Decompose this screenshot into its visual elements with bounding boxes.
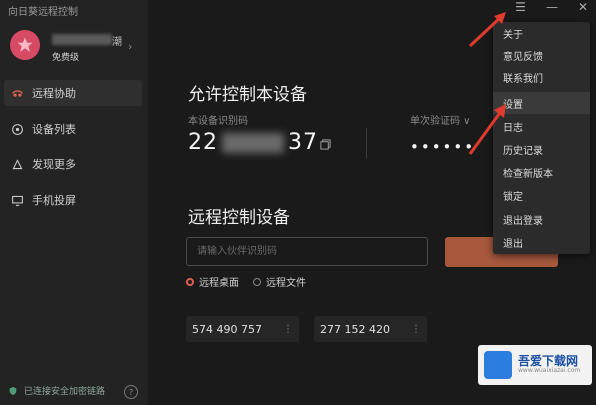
radio-unchecked-icon (253, 277, 261, 286)
radio-remote-desktop[interactable]: 远程桌面 (186, 274, 239, 289)
history-device-code: 277 152 420 (320, 322, 390, 336)
status-text: 已连接安全加密链路 (24, 387, 106, 397)
allow-control-title: 允许控制本设备 (188, 85, 307, 105)
device-code: 22 37 (188, 130, 318, 155)
device-code-redacted (222, 132, 284, 153)
chevron-right-icon[interactable]: › (128, 40, 132, 53)
radio-label: 远程文件 (266, 278, 306, 289)
device-code-prefix: 22 (188, 130, 218, 155)
menu-item-contact[interactable]: 联系我们 (493, 66, 590, 88)
menu-icon[interactable]: ☰ (515, 0, 526, 14)
sidebar-item-remote-assist[interactable]: 远程协助 (4, 80, 142, 106)
minimize-icon[interactable]: — (546, 0, 558, 14)
menu-item-exit[interactable]: 退出 (493, 231, 590, 253)
copy-icon[interactable] (320, 139, 331, 150)
mode-radio-group: 远程桌面 远程文件 (186, 274, 306, 289)
menu-item-check-update[interactable]: 检查新版本 (493, 161, 590, 183)
close-icon[interactable]: ✕ (578, 0, 588, 14)
menu-item-logout[interactable]: 退出登录 (493, 208, 590, 230)
menu-item-lock[interactable]: 锁定 (493, 184, 590, 206)
avatar[interactable] (10, 30, 40, 60)
member-level-badge: 免费级 (52, 53, 80, 63)
device-code-suffix: 37 (288, 130, 318, 155)
radio-remote-file[interactable]: 远程文件 (253, 274, 306, 289)
sidebar-item-phone-cast[interactable]: 手机投屏 (4, 187, 142, 213)
username-tail: 潮 (112, 37, 122, 48)
history-device-card[interactable]: 277 152 420 ⋮ (314, 316, 427, 342)
radio-label: 远程桌面 (199, 278, 239, 289)
watermark-text: 吾爱下载网 www.wuaixiazai.com (518, 354, 581, 375)
remote-assist-icon (10, 86, 24, 100)
device-code-label: 本设备识别码 (188, 116, 248, 127)
radio-checked-icon (186, 277, 194, 286)
sidebar-item-label: 发现更多 (32, 158, 76, 171)
divider (366, 128, 367, 158)
sidebar: 向日葵远程控制 潮 免费级 › 远程协助 设备列表 发现更多 手机投屏 已连接安… (0, 0, 148, 405)
watermark-logo: 吾爱下载网 www.wuaixiazai.com (478, 345, 592, 385)
sidebar-item-device-list[interactable]: 设备列表 (4, 116, 142, 142)
phone-cast-icon (10, 193, 24, 207)
shield-check-icon (9, 386, 17, 395)
star-icon (17, 37, 33, 52)
more-vertical-icon[interactable]: ⋮ (283, 324, 293, 335)
history-device-card[interactable]: 574 490 757 ⋮ (186, 316, 299, 342)
more-vertical-icon[interactable]: ⋮ (411, 324, 421, 335)
device-list-icon (10, 122, 24, 136)
annotation-arrow-icon (468, 12, 506, 48)
watermark-icon (484, 351, 512, 379)
username-redacted (52, 34, 112, 45)
partner-code-input[interactable] (186, 237, 428, 266)
history-device-code: 574 490 757 (192, 322, 262, 336)
sidebar-item-label: 远程协助 (32, 87, 76, 100)
help-icon[interactable]: ? (124, 385, 138, 399)
window-controls: ☰ — ✕ (515, 0, 588, 14)
sidebar-item-discover[interactable]: 发现更多 (4, 151, 142, 177)
sidebar-item-label: 手机投屏 (32, 194, 76, 207)
sidebar-item-label: 设备列表 (32, 123, 76, 136)
app-title: 向日葵远程控制 (8, 7, 78, 18)
remote-control-title: 远程控制设备 (188, 208, 290, 228)
connection-status: 已连接安全加密链路 (8, 384, 105, 397)
discover-icon (10, 157, 24, 171)
annotation-arrow-icon (468, 104, 506, 155)
